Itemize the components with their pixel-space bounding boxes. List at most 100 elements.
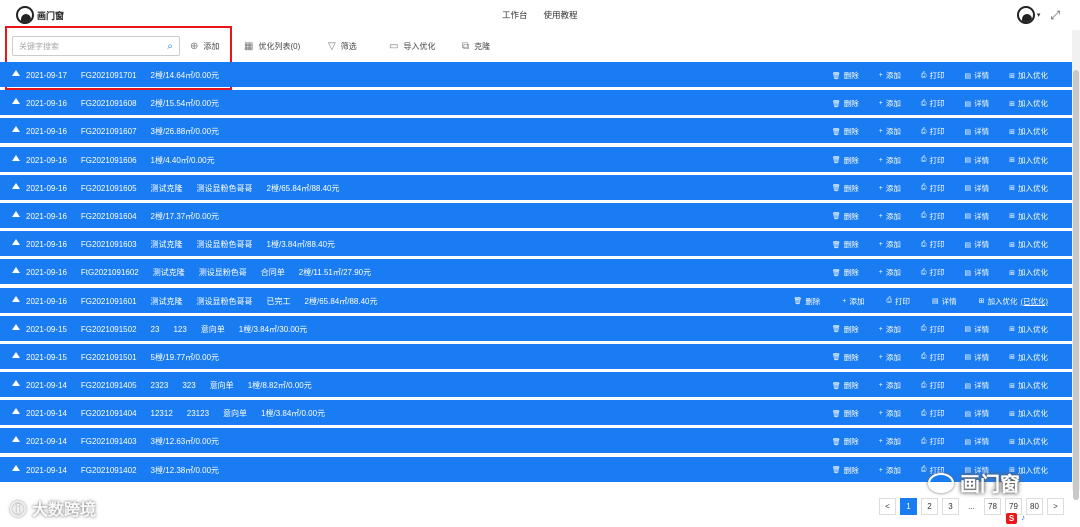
join-optimize-button[interactable]: ⊞ 加入优化 <box>1009 183 1048 194</box>
next-page-button[interactable]: > <box>1047 498 1064 515</box>
delete-button[interactable]: 🗑 删除 <box>832 465 859 476</box>
add-button[interactable]: + 添加 <box>879 436 901 447</box>
print-button[interactable]: ⎙ 打印 <box>921 70 945 81</box>
expand-triangle-icon[interactable] <box>12 70 20 76</box>
delete-button[interactable]: 🗑 删除 <box>832 70 859 81</box>
join-optimize-button[interactable]: ⊞ 加入优化 <box>1009 267 1048 278</box>
add-button[interactable]: + 添加 <box>879 408 901 419</box>
expand-triangle-icon[interactable] <box>12 408 20 415</box>
delete-button[interactable]: 🗑 删除 <box>832 211 859 222</box>
join-optimize-button[interactable]: ⊞ 加入优化 <box>1009 126 1048 137</box>
print-button[interactable]: ⎙ 打印 <box>921 436 945 447</box>
expand-triangle-icon[interactable] <box>12 464 20 471</box>
ime-mic-icon[interactable]: ♪ <box>1021 513 1025 524</box>
add-button[interactable]: + 添加 <box>879 352 901 363</box>
detail-button[interactable]: ▤ 详情 <box>965 70 990 81</box>
fullscreen-icon[interactable]: ⤢ <box>1050 8 1060 23</box>
add-button[interactable]: + 添加 <box>879 465 901 476</box>
order-row[interactable]: 2021-09-14 FG2021091402 3樘/12.38㎡/0.00元 🗑 删除… <box>0 456 1072 482</box>
print-button[interactable]: ⎙ 打印 <box>921 126 945 137</box>
order-row[interactable]: 2021-09-14 FG2021091405 2323 323 意向单 1樘/8.82㎡… <box>0 372 1072 398</box>
add-button[interactable]: + 添加 <box>879 267 901 278</box>
expand-triangle-icon[interactable] <box>12 380 20 387</box>
ime-logo-icon[interactable]: S <box>1006 513 1017 524</box>
expand-triangle-icon[interactable] <box>12 210 20 217</box>
order-row[interactable]: 2021-09-17 FG2021091701 2樘/14.64㎡/0.00元 🗑 删除… <box>0 62 1072 87</box>
order-row[interactable]: 2021-09-14 FG2021091404 12312 23123 意向单 1樘/3.… <box>0 400 1072 426</box>
join-optimize-button[interactable]: ⊞ 加入优化 <box>1009 155 1048 166</box>
add-button[interactable]: + 添加 <box>879 324 901 335</box>
order-row[interactable]: 2021-09-16 FG2021091605 测试克隆 测设显粉色哥哥 2樘/65.8… <box>0 174 1072 200</box>
order-row[interactable]: 2021-09-16 FG2021091604 2樘/17.37㎡/0.00元 🗑 删除… <box>0 202 1072 228</box>
order-row[interactable]: 2021-09-16 FG2021091606 1樘/4.40㎡/0.00元 🗑 删除 +… <box>0 146 1072 172</box>
add-button[interactable]: + 添加 <box>879 70 901 81</box>
detail-button[interactable]: ▤ 详情 <box>965 267 990 278</box>
join-optimize-button[interactable]: ⊞ 加入优化 <box>1009 98 1048 109</box>
scrollbar-thumb[interactable] <box>1073 70 1079 500</box>
clone-button[interactable]: ⧉ 克隆 <box>462 41 490 52</box>
expand-triangle-icon[interactable] <box>12 154 20 161</box>
expand-triangle-icon[interactable] <box>12 295 20 302</box>
order-row[interactable]: 2021-09-16 FG2021091603 测试克隆 测设显粉色哥哥 1樘/3.84… <box>0 231 1072 257</box>
order-row[interactable]: 2021-09-15 FG2021091502 23 123 意向单 1樘/3.84㎡/3… <box>0 315 1072 341</box>
add-button[interactable]: + 添加 <box>879 155 901 166</box>
print-button[interactable]: ⎙ 打印 <box>921 211 945 222</box>
expand-triangle-icon[interactable] <box>12 126 20 133</box>
page-button-1[interactable]: 1 <box>900 498 917 515</box>
page-button-2[interactable]: 2 <box>921 498 938 515</box>
expand-triangle-icon[interactable] <box>12 351 20 358</box>
add-button[interactable]: + 添加 <box>879 380 901 391</box>
print-button[interactable]: ⎙ 打印 <box>921 380 945 391</box>
detail-button[interactable]: ▤ 详情 <box>965 126 990 137</box>
search-icon[interactable]: ⌕ <box>161 41 179 52</box>
order-row[interactable]: 2021-09-16 FG2021091607 3樘/26.88㎡/0.00元 🗑 删除… <box>0 118 1072 144</box>
chevron-down-icon[interactable]: ▾ <box>1037 11 1041 19</box>
print-button[interactable]: ⎙ 打印 <box>921 183 945 194</box>
import-optimize-button[interactable]: ▭ 导入优化 <box>389 41 435 52</box>
scrollbar[interactable] <box>1072 30 1080 500</box>
detail-button[interactable]: ▤ 详情 <box>965 352 990 363</box>
page-button-3[interactable]: 3 <box>942 498 959 515</box>
print-button[interactable]: ⎙ 打印 <box>886 296 910 307</box>
join-optimize-button[interactable]: ⊞ 加入优化 <box>1009 436 1048 447</box>
join-optimize-button[interactable]: ⊞ 加入优化 <box>1009 239 1048 250</box>
join-optimize-button[interactable]: ⊞ 加入优化 <box>1009 324 1048 335</box>
user-avatar[interactable] <box>1016 6 1035 24</box>
order-row[interactable]: 2021-09-16 FtG2021091602 测试克隆 测设显粉色哥 合同单 2樘/1… <box>0 259 1072 285</box>
detail-button[interactable]: ▤ 详情 <box>965 211 990 222</box>
add-button[interactable]: + 添加 <box>842 296 864 307</box>
print-button[interactable]: ⎙ 打印 <box>921 324 945 335</box>
join-optimize-button[interactable]: ⊞ 加入优化 <box>1009 380 1048 391</box>
add-button[interactable]: + 添加 <box>879 183 901 194</box>
detail-button[interactable]: ▤ 详情 <box>965 380 990 391</box>
search-input[interactable] <box>13 37 161 55</box>
delete-button[interactable]: 🗑 删除 <box>832 267 859 278</box>
join-optimize-button[interactable]: ⊞ 加入优化 <box>1009 211 1048 222</box>
page-button-80[interactable]: 80 <box>1026 498 1043 515</box>
print-button[interactable]: ⎙ 打印 <box>921 155 945 166</box>
add-button[interactable]: ⊕ 添加 <box>190 41 219 52</box>
detail-button[interactable]: ▤ 详情 <box>932 296 957 307</box>
join-optimize-button[interactable]: ⊞ 加入优化 <box>1009 70 1048 81</box>
delete-button[interactable]: 🗑 删除 <box>832 324 859 335</box>
delete-button[interactable]: 🗑 删除 <box>832 126 859 137</box>
delete-button[interactable]: 🗑 删除 <box>832 155 859 166</box>
print-button[interactable]: ⎙ 打印 <box>921 239 945 250</box>
expand-triangle-icon[interactable] <box>12 323 20 330</box>
add-button[interactable]: + 添加 <box>879 126 901 137</box>
add-button[interactable]: + 添加 <box>879 98 901 109</box>
order-row[interactable]: 2021-09-15 FG2021091501 5樘/19.77㎡/0.00元 🗑 删除… <box>0 343 1072 369</box>
print-button[interactable]: ⎙ 打印 <box>921 352 945 363</box>
app-logo[interactable]: 画门窗 <box>16 6 64 24</box>
optimize-list-button[interactable]: ▦ 优化列表(0) <box>244 41 300 52</box>
detail-button[interactable]: ▤ 详情 <box>965 436 990 447</box>
join-optimize-button[interactable]: ⊞ 加入优化 <box>1009 352 1048 363</box>
order-row[interactable]: 2021-09-14 FG2021091403 3樘/12.63㎡/0.00元 🗑 删除… <box>0 428 1072 454</box>
page-button-78[interactable]: 78 <box>984 498 1001 515</box>
detail-button[interactable]: ▤ 详情 <box>965 408 990 419</box>
print-button[interactable]: ⎙ 打印 <box>921 98 945 109</box>
detail-button[interactable]: ▤ 详情 <box>965 239 990 250</box>
detail-button[interactable]: ▤ 详情 <box>965 183 990 194</box>
print-button[interactable]: ⎙ 打印 <box>921 408 945 419</box>
expand-triangle-icon[interactable] <box>12 239 20 246</box>
